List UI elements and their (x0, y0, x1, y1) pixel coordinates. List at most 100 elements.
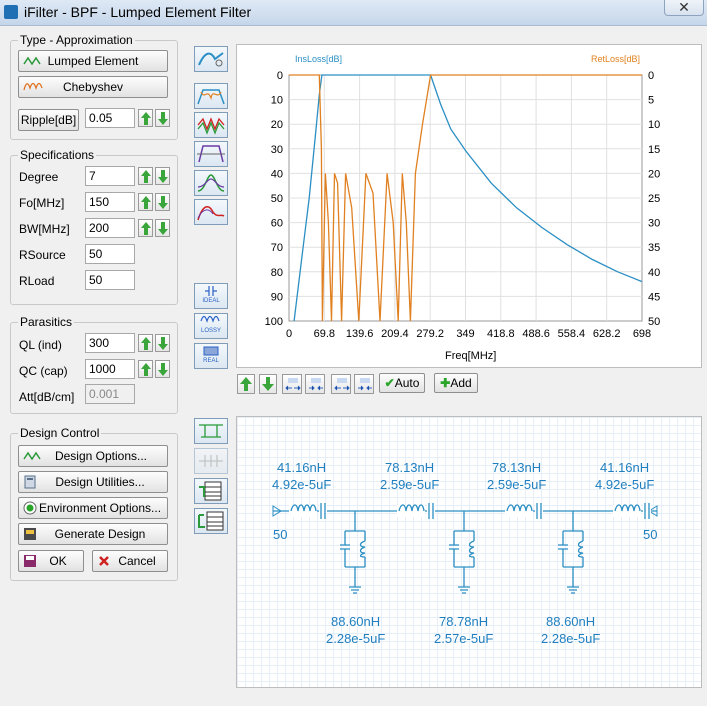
fo-up-button[interactable] (138, 193, 153, 211)
add-button[interactable]: ✚Add (434, 373, 478, 393)
table-icon (199, 481, 222, 501)
y-right-tick-label: 35 (648, 242, 660, 254)
x-tick-label: 558.4 (558, 328, 586, 340)
schematic-disabled-button (194, 448, 228, 474)
x-tick-label: 698 (633, 328, 651, 340)
ql-down-button[interactable] (155, 334, 170, 352)
rload-input[interactable]: 50 (85, 270, 135, 290)
add-label: Add (450, 376, 472, 390)
x-tick-label: 628.2 (593, 328, 621, 340)
y-left-tick-label: 0 (277, 70, 283, 82)
ok-button[interactable]: OK (18, 550, 84, 572)
add-icon: ✚ (440, 376, 451, 390)
radio-icon (23, 501, 37, 521)
lowpass-response-button[interactable] (194, 83, 228, 109)
generate-design-button[interactable]: Generate Design (18, 523, 168, 545)
schematic-export-button[interactable] (194, 508, 228, 534)
x-tick-label: 279.2 (416, 328, 444, 340)
passband-response-button[interactable] (194, 141, 228, 167)
cancel-button[interactable]: Cancel (92, 550, 168, 572)
y-right-tick-label: 45 (648, 291, 660, 303)
step-response-icon (197, 206, 225, 221)
design-options-label: Design Options... (54, 449, 148, 463)
y-left-tick-label: 40 (271, 168, 283, 180)
degree-input[interactable]: 7 (85, 166, 135, 186)
qc-down-button[interactable] (155, 360, 170, 378)
series-element-2 (397, 503, 435, 519)
ripple-up-button[interactable] (138, 109, 153, 127)
environment-options-button[interactable]: Environment Options... (18, 497, 168, 519)
fo-input[interactable]: 150 (85, 192, 135, 212)
chart-up-button[interactable] (237, 374, 255, 394)
lossy-inductor-icon (200, 315, 220, 323)
ripple-button[interactable]: Ripple[dB] (18, 109, 79, 131)
y-left-tick-label: 50 (271, 193, 283, 205)
arrow-down-icon (158, 196, 168, 209)
qc-up-button[interactable] (138, 360, 153, 378)
close-button[interactable]: ✕ (664, 0, 704, 16)
pan-right-button[interactable] (354, 374, 374, 394)
ql-up-button[interactable] (138, 334, 153, 352)
ripple-down-button[interactable] (155, 109, 170, 127)
arrow-down-icon (262, 377, 274, 391)
group-delay-button[interactable] (194, 112, 228, 138)
schematic-table-button[interactable] (194, 478, 228, 504)
design-options-button[interactable]: Design Options... (18, 445, 168, 467)
cancel-label: Cancel (118, 554, 156, 568)
chebyshev-button[interactable]: Chebyshev (18, 76, 168, 98)
bw-down-button[interactable] (155, 219, 170, 237)
degree-down-button[interactable] (155, 167, 170, 185)
zoom-out-icon (309, 378, 323, 391)
real-button[interactable]: REAL (194, 343, 228, 369)
chart-panel: 0 69.8 139.6 209.4 279.2 349 418.8 488.6 558.4 62… (236, 44, 702, 368)
design-utilities-button[interactable]: Design Utilities... (18, 471, 168, 493)
ql-input[interactable]: 300 (85, 333, 135, 353)
response-chart: 0 69.8 139.6 209.4 279.2 349 418.8 488.6 558.4 62… (265, 54, 661, 362)
ideal-button[interactable]: IDEAL (194, 283, 228, 309)
zoom-ws-button[interactable] (305, 374, 325, 394)
zoom-ns-button[interactable] (282, 374, 302, 394)
step-response-button[interactable] (194, 199, 228, 225)
arrow-up-icon (141, 170, 151, 183)
schematic-ladder-button[interactable] (194, 418, 228, 444)
x-tick-label: 488.6 (522, 328, 550, 340)
shunt-1-capacitance: 2.28e-5uF (326, 631, 385, 646)
real-label: REAL (203, 358, 219, 364)
y-right-tick-label: 20 (648, 168, 660, 180)
lossy-button[interactable]: LOSSY (194, 313, 228, 339)
series-4-inductance: 41.16nH (600, 460, 649, 475)
lumped-element-label: Lumped Element (47, 54, 139, 68)
wrench-tool-button[interactable] (194, 46, 228, 72)
arrow-down-icon (158, 222, 168, 235)
rsource-input[interactable]: 50 (85, 244, 135, 264)
auto-button[interactable]: ✔Auto (379, 373, 425, 393)
bw-up-button[interactable] (138, 219, 153, 237)
lumped-element-button[interactable]: Lumped Element (18, 50, 168, 72)
arrow-up-icon (141, 337, 151, 350)
type-approximation-title: Type - Approximation (18, 33, 135, 47)
generate-icon (23, 527, 37, 547)
calculator-icon (23, 475, 37, 495)
ideal-label: IDEAL (202, 298, 220, 304)
y-left-tick-label: 60 (271, 218, 283, 230)
passband-icon (197, 145, 225, 163)
cancel-icon (97, 554, 111, 574)
pan-left-button[interactable] (331, 374, 351, 394)
series-element-3 (505, 503, 543, 519)
smith-response-button[interactable] (194, 170, 228, 196)
ripple-response-icon (197, 117, 225, 135)
fo-down-button[interactable] (155, 193, 170, 211)
series-3-capacitance: 2.59e-5uF (487, 477, 546, 492)
x-tick-label: 0 (286, 328, 292, 340)
arrow-up-icon (240, 377, 252, 391)
x-tick-labels: 0 69.8 139.6 209.4 279.2 349 418.8 488.6 558.4 62… (286, 328, 651, 340)
bw-label: BW[MHz] (19, 222, 70, 236)
bw-input[interactable]: 200 (85, 218, 135, 238)
chart-down-button[interactable] (259, 374, 277, 394)
x-tick-label: 139.6 (346, 328, 374, 340)
qc-input[interactable]: 1000 (85, 359, 135, 379)
y-right-tick-labels: 0 5 10 15 20 25 30 35 40 45 50 (648, 70, 660, 328)
ripple-input[interactable]: 0.05 (85, 108, 135, 128)
window-title: iFilter - BPF - Lumped Element Filter (24, 4, 252, 20)
degree-up-button[interactable] (138, 167, 153, 185)
